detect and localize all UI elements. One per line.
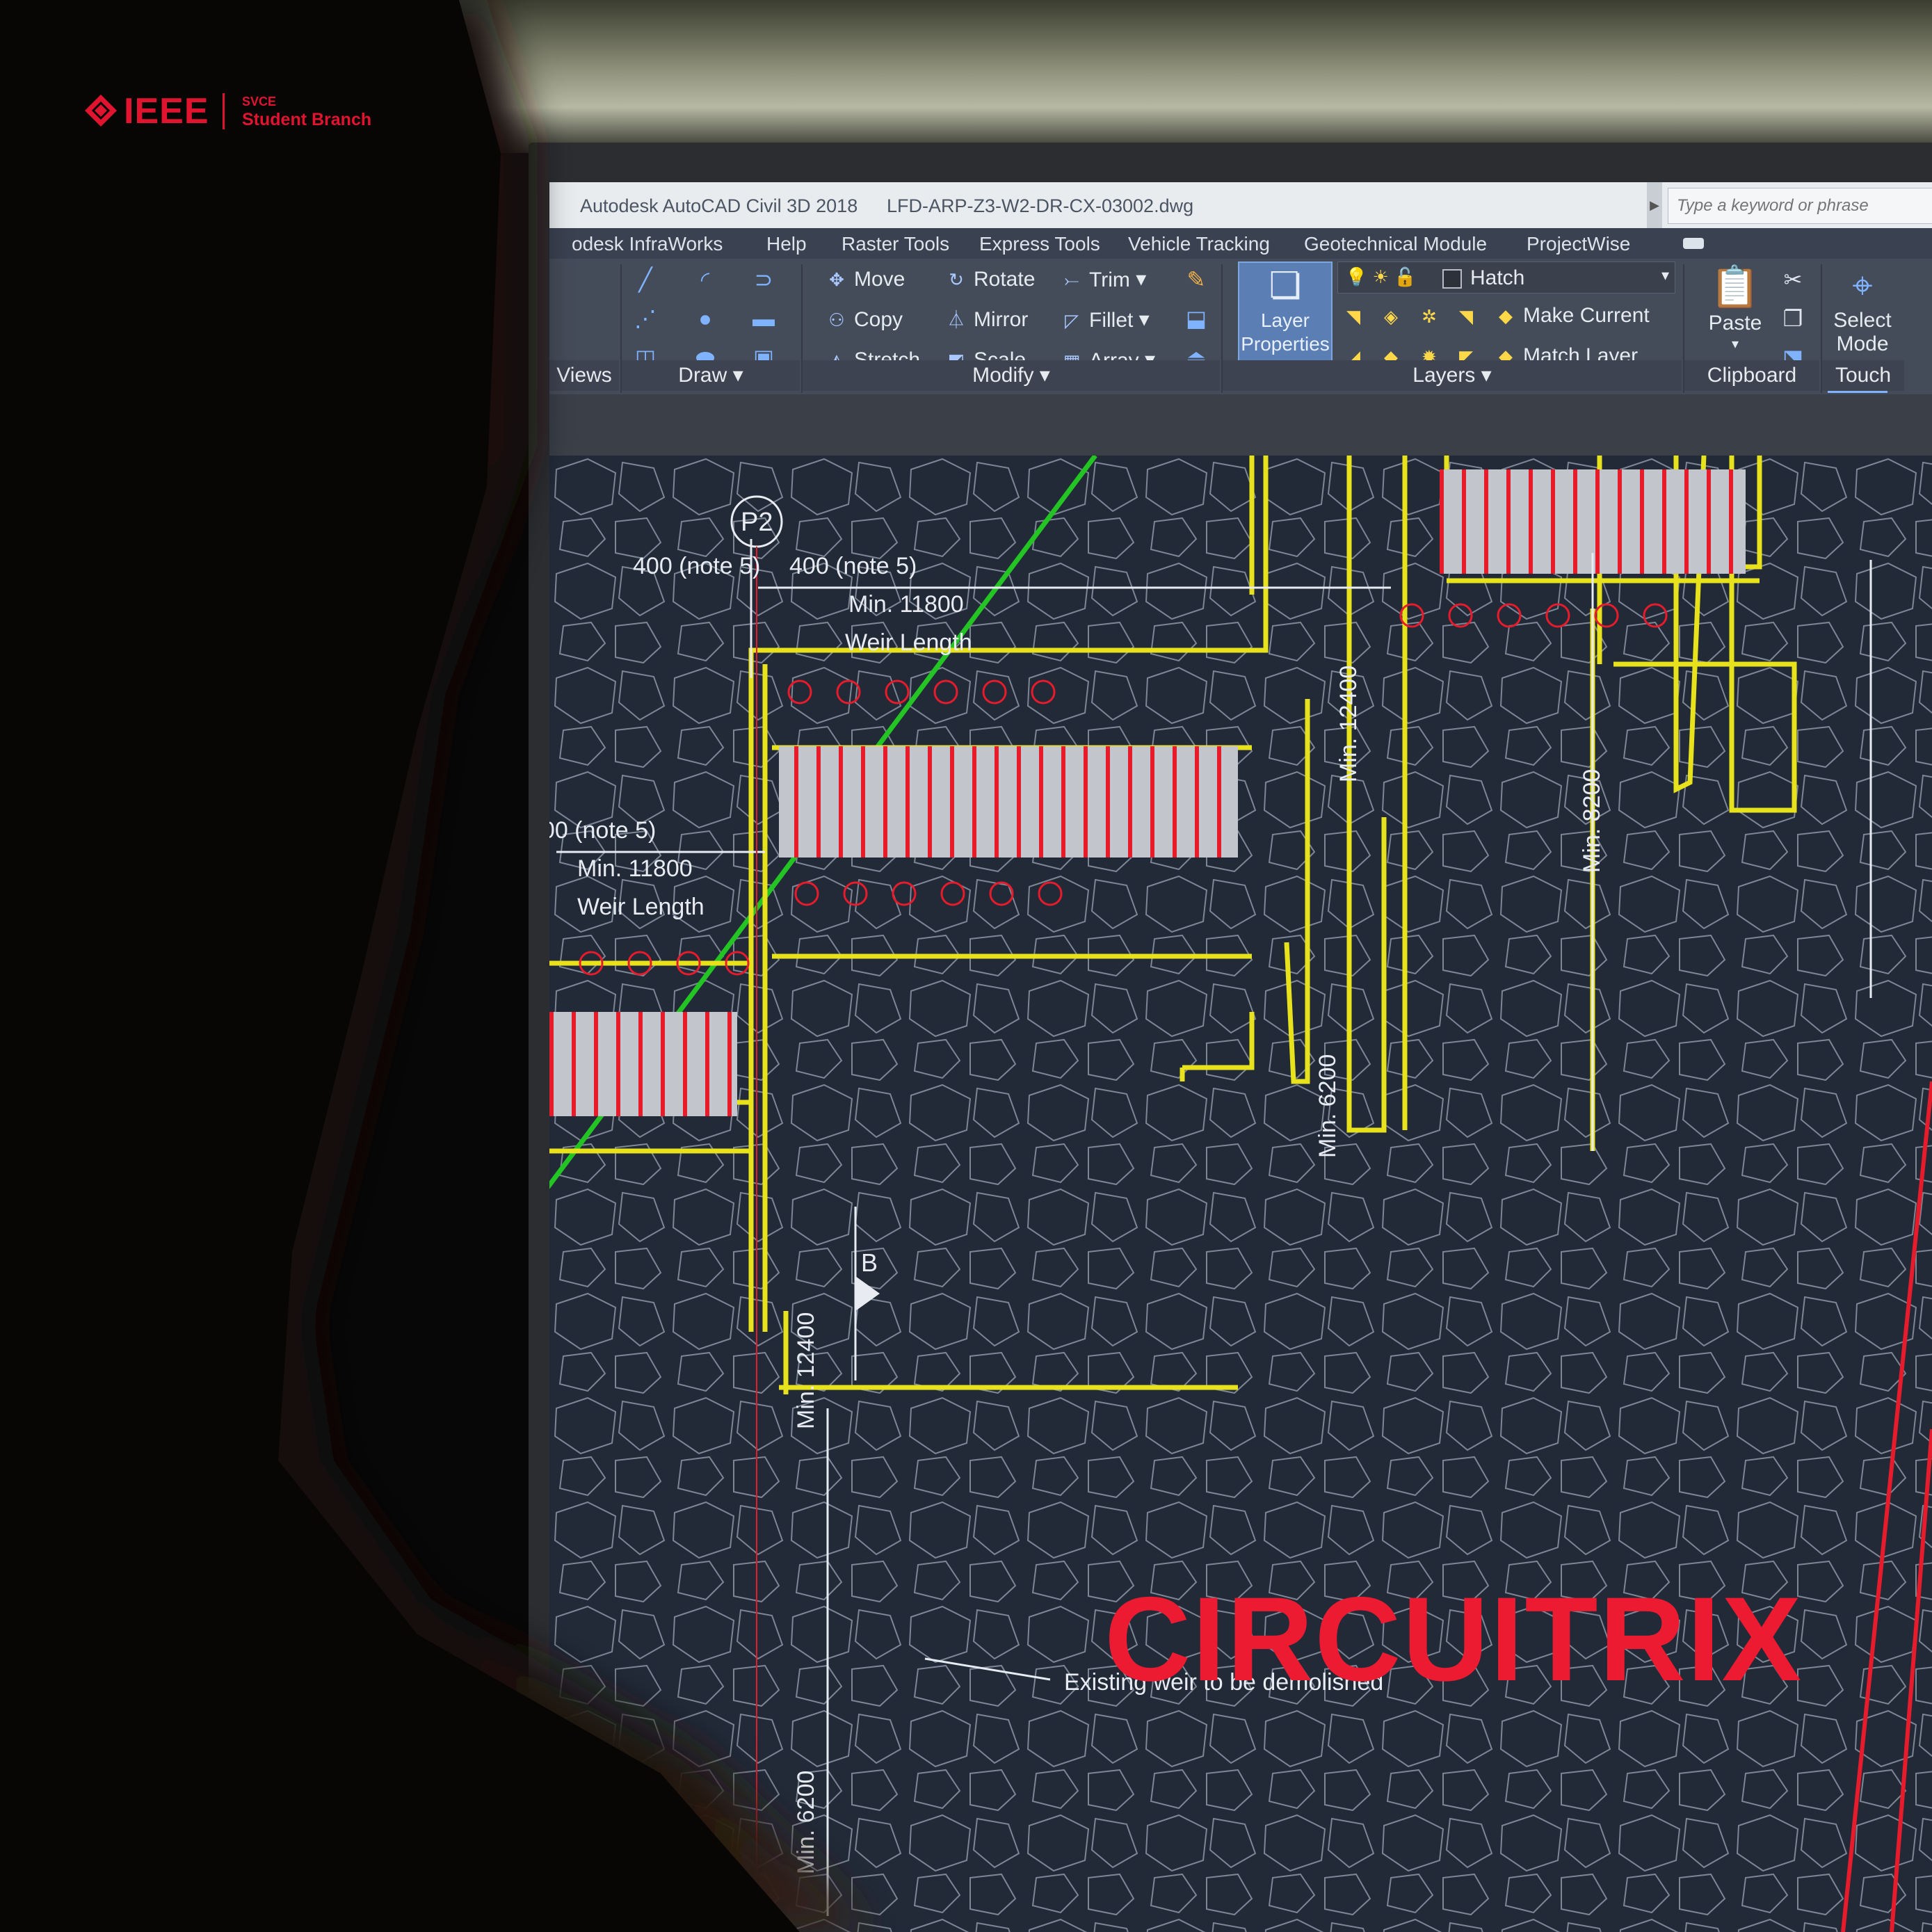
fillet-button[interactable]: ◸ Fillet ▾ (1061, 307, 1150, 332)
mirror-icon: ⏃ (947, 309, 965, 331)
drawing-canvas[interactable]: P2 400 (note 5) 400 (note 5) Min. 11800 … (549, 456, 1932, 1932)
hatch-block-left (549, 1012, 737, 1116)
layer-isolate-icon[interactable]: ◈ (1384, 306, 1398, 328)
logo-divider (223, 93, 225, 129)
mirror-button[interactable]: ⏃ Mirror (946, 307, 1028, 332)
layer-state-icons: 💡 ☀ 🔓 (1345, 266, 1417, 287)
ieee-wordmark: IEEE (124, 91, 209, 131)
rotate-button[interactable]: ↻ Rotate (946, 267, 1035, 291)
cut-icon[interactable]: ✂ (1780, 267, 1805, 292)
erase-icon[interactable]: ✎ (1184, 267, 1209, 292)
file-name: LFD-ARP-Z3-W2-DR-CX-03002.dwg (887, 195, 1194, 216)
layer-off-icon[interactable]: ◥ (1346, 306, 1360, 328)
copy-button[interactable]: ⚇ Copy (826, 307, 903, 332)
line-icon[interactable]: ╱ (633, 267, 658, 292)
event-title: CIRCUITRIX (1104, 1572, 1803, 1706)
blurred-background (0, 0, 1932, 153)
ieee-diamond-icon (85, 95, 117, 127)
panel-touch-title[interactable]: Touch (1822, 360, 1904, 391)
menu-geotechnical-module[interactable]: Geotechnical Module (1304, 233, 1487, 255)
photo-scene: Autodesk AutoCAD Civil 3D 2018 LFD-ARP-Z… (0, 0, 1932, 1932)
panel-modify-title[interactable]: Modify ▾ (803, 360, 1220, 391)
panel-modify-label: Modify (972, 364, 1034, 387)
panel-views-label: Views (556, 364, 612, 387)
chapter-name: SVCE (242, 95, 277, 108)
title-bar: Autodesk AutoCAD Civil 3D 2018 LFD-ARP-Z… (549, 182, 1932, 228)
panel-draw-label: Draw (678, 364, 727, 387)
layer-freeze-icon[interactable]: ✲ (1422, 306, 1437, 328)
polyline-icon[interactable]: ⊃ (751, 267, 776, 292)
select-mode-button[interactable]: ⌖ Select Mode (1828, 263, 1897, 356)
search-expand-icon[interactable]: ▶ (1647, 182, 1662, 228)
dimension-text: Min. 6200 (1314, 1054, 1341, 1158)
layer-stack-icon: ❏ (1269, 266, 1302, 306)
make-current-button[interactable]: ◆ Make Current (1495, 303, 1650, 328)
section-mark-label: B (861, 1248, 878, 1277)
dimension-text: Min. 12400 (793, 1312, 819, 1429)
layer-lock-icon[interactable]: ◥ (1459, 306, 1473, 328)
menu-help[interactable]: Help (766, 233, 807, 255)
dimension-text: Min. 12400 (1335, 665, 1362, 782)
fillet-icon: ◸ (1065, 310, 1079, 332)
search-input[interactable] (1668, 188, 1929, 223)
dimension-text: Min. 6200 (793, 1770, 819, 1874)
search-box (1668, 188, 1932, 224)
dimension-text: Weir Length (577, 894, 705, 920)
crosshair-icon: ⌖ (1852, 266, 1873, 306)
current-layer-dropdown[interactable]: 💡 ☀ 🔓 Hatch ▾ (1337, 261, 1675, 293)
hatch-block-middle (779, 746, 1238, 858)
paste-button[interactable]: 📋 Paste ▾ (1704, 263, 1766, 353)
gridline-bubble-label: P2 (741, 508, 773, 537)
clipboard-icon: 📋 (1709, 264, 1761, 309)
menu-projectwise[interactable]: ProjectWise (1527, 233, 1630, 255)
panel-layers-title[interactable]: Layers ▾ (1223, 360, 1682, 391)
ribbon: Views ╱ ◜ ⊃ ⋰ ● ▬ ◫ ⬬ ▣ Draw ▾ ✥ Move ⚇ Co… (549, 259, 1932, 394)
panel-clipboard-title[interactable]: Clipboard (1684, 360, 1819, 391)
menu-vehicle-tracking[interactable]: Vehicle Tracking (1128, 233, 1270, 255)
branch-name: Student Branch (242, 110, 372, 129)
arc-icon[interactable]: ◜ (693, 267, 718, 292)
layer-color-swatch (1442, 269, 1462, 289)
panel-draw-title[interactable]: Draw ▾ (622, 360, 800, 391)
make-current-icon: ◆ (1499, 305, 1513, 327)
circle-icon[interactable]: ● (693, 306, 718, 331)
rotate-icon: ↻ (949, 269, 964, 291)
dimension-text: Min. 11800 (577, 855, 693, 882)
construction-line-icon[interactable]: ⋰ (633, 306, 658, 331)
trim-button[interactable]: ⤚ Trim ▾ (1061, 267, 1147, 292)
app-title: Autodesk AutoCAD Civil 3D 2018 (580, 195, 858, 216)
dimension-text: Weir Length (845, 629, 972, 656)
panel-touch-label: Touch (1835, 364, 1892, 387)
panel-layers-label: Layers (1412, 364, 1476, 387)
menu-infraworks[interactable]: odesk InfraWorks (572, 233, 723, 255)
move-icon: ✥ (829, 269, 844, 291)
workspace-toggle-icon[interactable] (1683, 238, 1704, 249)
menu-bar: odesk InfraWorks Help Raster Tools Expre… (549, 228, 1932, 259)
chevron-down-icon: ▾ (1661, 266, 1669, 284)
menu-express-tools[interactable]: Express Tools (979, 233, 1100, 255)
cad-drawing (549, 456, 1932, 1932)
copy-clip-icon[interactable]: ❐ (1780, 306, 1805, 331)
menu-raster-tools[interactable]: Raster Tools (842, 233, 949, 255)
dimension-text: 400 (note 5) (789, 553, 917, 579)
dimension-text: Min. 11800 (848, 591, 964, 618)
dimension-text: Min. 8200 (1579, 768, 1605, 873)
file-tabs-strip (549, 394, 1932, 457)
move-button[interactable]: ✥ Move (826, 267, 905, 291)
panel-views-title[interactable]: Views (549, 360, 619, 391)
trim-icon: ⤚ (1064, 270, 1079, 291)
chevron-down-icon: ▾ (1731, 337, 1739, 352)
dimension-text: 400 (note 5) (633, 553, 761, 579)
active-indicator (1828, 391, 1887, 393)
copy-icon: ⚇ (828, 309, 845, 331)
panel-clipboard-label: Clipboard (1707, 364, 1797, 387)
dimension-text: 400 (note 5) (549, 817, 657, 844)
rectangle-icon[interactable]: ▬ (751, 306, 776, 331)
explode-icon[interactable]: ⬓ (1184, 306, 1209, 331)
